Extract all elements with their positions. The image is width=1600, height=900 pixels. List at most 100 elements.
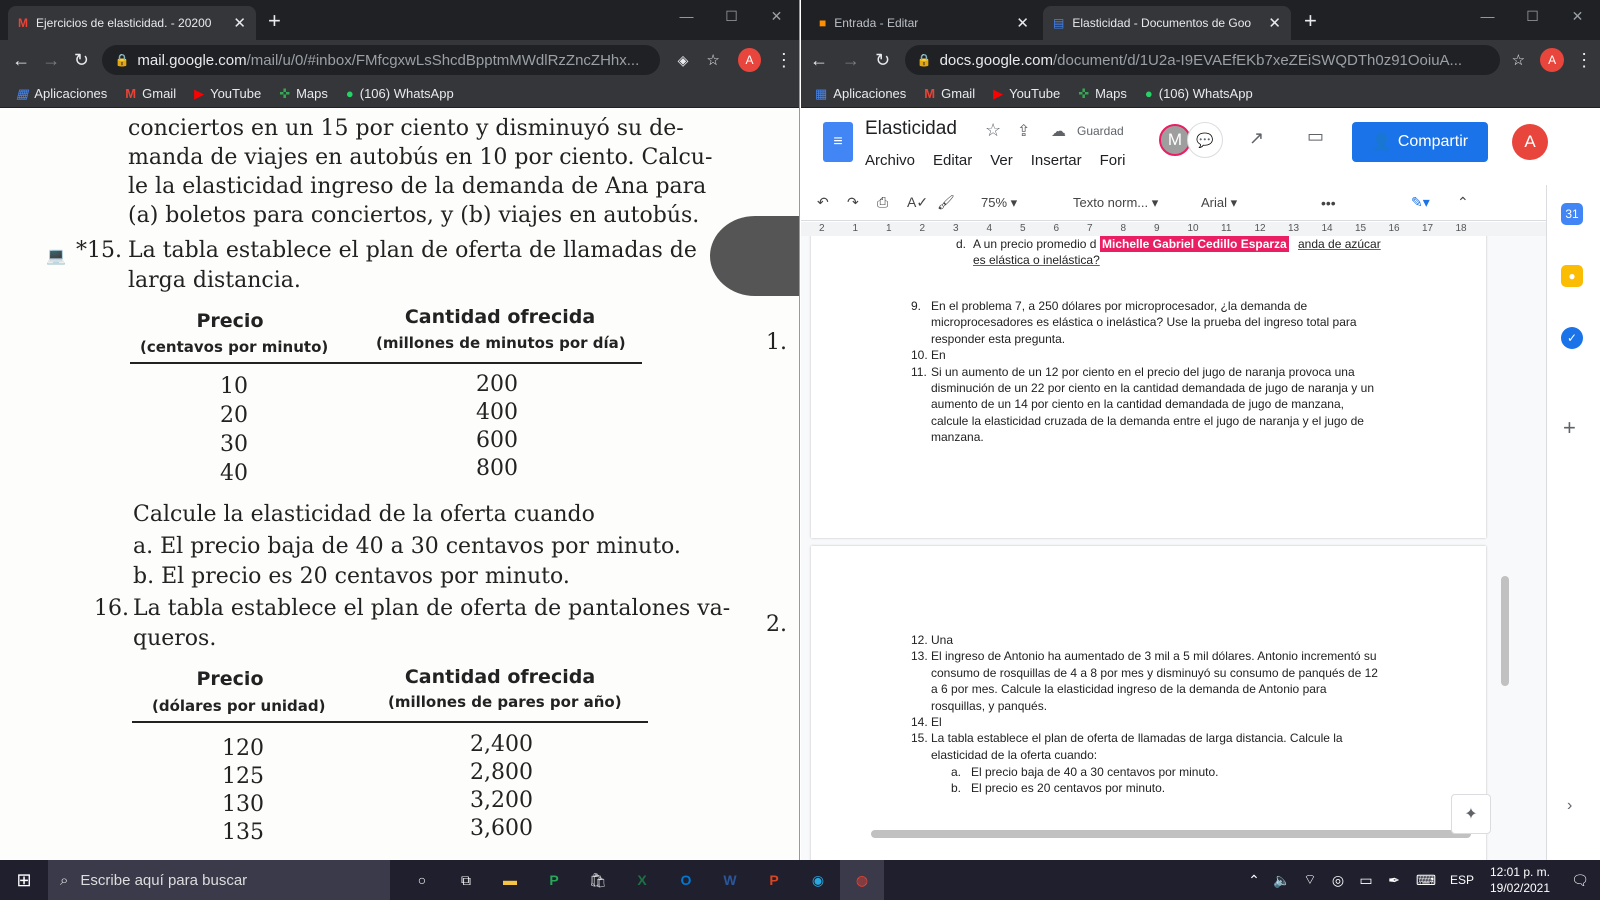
maximize-button[interactable]: ☐ [1510,0,1555,32]
back-icon[interactable]: ← [6,50,36,71]
address-bar[interactable]: 🔒 docs.google.com/document/d/1U2a-I9EVAE… [904,45,1501,75]
close-window-button[interactable]: ✕ [1555,0,1600,32]
bookmark-youtube[interactable]: ▶ YouTube [194,86,261,102]
windows-start-icon[interactable]: ⊞ [0,860,48,900]
bookmark-whatsapp[interactable]: ● (106) WhatsApp [346,86,454,101]
bookmark-youtube[interactable]: ▶ YouTube [993,86,1060,102]
apps-grid-icon: ▦ [815,85,828,101]
chrome-icon[interactable]: ◍ [840,860,884,900]
wifi-icon[interactable]: ⌔ [1296,860,1324,900]
star-icon[interactable]: ☆ [1502,51,1534,69]
outlook-icon[interactable]: O [664,860,708,900]
minimize-button[interactable]: — [1465,0,1510,32]
project-icon[interactable]: P [532,860,576,900]
menu-editar[interactable]: Editar [933,152,972,169]
more-options-icon[interactable]: ••• [1321,195,1351,211]
close-tab-icon[interactable]: ✕ [1268,14,1281,32]
add-addon-icon[interactable]: + [1563,415,1576,441]
pen-icon[interactable]: ✒ [1380,860,1408,900]
task-view-icon[interactable]: ⧉ [444,860,488,900]
reload-icon[interactable]: ↻ [66,50,96,71]
maximize-button[interactable]: ☐ [709,0,754,32]
document-title[interactable]: Elasticidad [865,118,957,140]
menu-ver[interactable]: Ver [990,152,1013,169]
new-tab-button[interactable]: + [1304,8,1317,34]
menu-formato[interactable]: Fori [1100,152,1126,169]
editing-mode-icon[interactable]: ✎▾ [1411,194,1447,211]
activity-trend-icon[interactable]: ↗ [1249,128,1264,149]
lock-icon: 🔒 [114,53,130,67]
calendar-icon[interactable]: 31 [1561,203,1583,225]
bookmark-apps[interactable]: ▦ Aplicaciones [16,86,107,102]
close-tab-icon[interactable]: ✕ [1016,14,1029,32]
back-icon[interactable]: ← [803,50,835,71]
bookmark-apps[interactable]: ▦ Aplicaciones [815,86,906,102]
star-icon[interactable]: ☆ [698,51,728,69]
cortana-icon[interactable]: ○ [400,860,444,900]
share-button[interactable]: 👤 Compartir [1352,122,1488,162]
menu-icon[interactable]: ⋮ [1568,50,1600,71]
battery-icon[interactable]: ▭ [1352,860,1380,900]
move-folder-icon[interactable]: ⇪ [1017,121,1030,141]
undo-icon[interactable]: ↶ [817,194,847,211]
scan-line: queros. [133,626,217,651]
tasks-icon[interactable]: ✓ [1561,327,1583,349]
bookmark-gmail[interactable]: M Gmail [924,86,975,101]
excel-icon[interactable]: X [620,860,664,900]
keep-icon[interactable]: ● [1561,265,1583,287]
font-select[interactable]: Arial ▾ [1201,195,1321,211]
keyboard-icon[interactable]: ⌨ [1408,860,1444,900]
menu-icon[interactable]: ⋮ [769,50,799,71]
expand-panel-icon[interactable]: › [1567,797,1572,815]
user-avatar[interactable]: A [1512,124,1548,160]
profile-avatar[interactable]: A [738,48,761,72]
zoom-select[interactable]: 75% ▾ [981,195,1057,211]
extension-icon[interactable]: ◈ [668,52,698,69]
new-tab-button[interactable]: + [268,8,281,34]
explore-button-icon[interactable]: ✦ [1451,794,1491,834]
store-icon[interactable]: 🛍 [576,860,620,900]
comments-icon[interactable]: ▭ [1307,126,1324,147]
notifications-icon[interactable]: 🗨 [1560,860,1600,900]
menu-insertar[interactable]: Insertar [1031,152,1082,169]
menu-archivo[interactable]: Archivo [865,152,915,169]
tab-docs[interactable]: ▤ Elasticidad - Documentos de Goo ✕ [1043,6,1291,40]
forward-icon[interactable]: → [835,50,867,71]
vertical-scrollbar-thumb[interactable] [1501,576,1509,686]
bookmark-whatsapp[interactable]: ● (106) WhatsApp [1145,86,1253,101]
word-icon[interactable]: W [708,860,752,900]
bookmark-gmail[interactable]: M Gmail [125,86,176,101]
close-tab-icon[interactable]: ✕ [233,14,246,32]
print-icon[interactable]: ⎙ [877,194,907,211]
edge-icon[interactable]: ◉ [796,860,840,900]
collapse-menus-icon[interactable]: ⌃ [1457,194,1469,211]
meet-icon[interactable]: ◎ [1324,860,1352,900]
close-window-button[interactable]: ✕ [754,0,799,32]
list-number: 15. [911,731,928,746]
spellcheck-icon[interactable]: A✓ [907,194,937,211]
forward-icon[interactable]: → [36,50,66,71]
address-bar[interactable]: 🔒 mail.google.com/mail/u/0/#inbox/FMfcgx… [102,45,660,75]
file-explorer-icon[interactable]: ▬ [488,860,532,900]
horizontal-scrollbar-thumb[interactable] [871,830,1471,838]
redo-icon[interactable]: ↷ [847,194,877,211]
scan-line: b. El precio es 20 centavos por minuto. [133,564,570,589]
star-icon[interactable]: ☆ [985,120,1001,141]
docs-logo-icon[interactable]: ≡ [823,122,853,162]
bookmark-maps[interactable]: ✜ Maps [279,86,328,102]
powerpoint-icon[interactable]: P [752,860,796,900]
profile-avatar[interactable]: A [1540,48,1565,72]
style-select[interactable]: Texto norm... ▾ [1073,195,1193,211]
volume-icon[interactable]: 🔈 [1268,860,1296,900]
chat-collaborators-icon[interactable]: 💬 [1187,122,1223,158]
clock[interactable]: 12:01 p. m. 19/02/2021 [1480,864,1560,896]
tab-gmail[interactable]: M Ejercicios de elasticidad. - 20200 ✕ [8,6,256,40]
chevron-up-icon[interactable]: ⌃ [1240,860,1268,900]
minimize-button[interactable]: — [664,0,709,32]
tab-blogger[interactable]: ■ Entrada - Editar ✕ [809,6,1039,40]
reload-icon[interactable]: ↻ [867,50,899,71]
bookmark-maps[interactable]: ✜ Maps [1078,86,1127,102]
taskbar-search-box[interactable]: ⌕ Escribe aquí para buscar [48,860,390,900]
paint-format-icon[interactable]: 🖌 [937,194,971,211]
language-indicator[interactable]: ESP [1444,860,1480,900]
